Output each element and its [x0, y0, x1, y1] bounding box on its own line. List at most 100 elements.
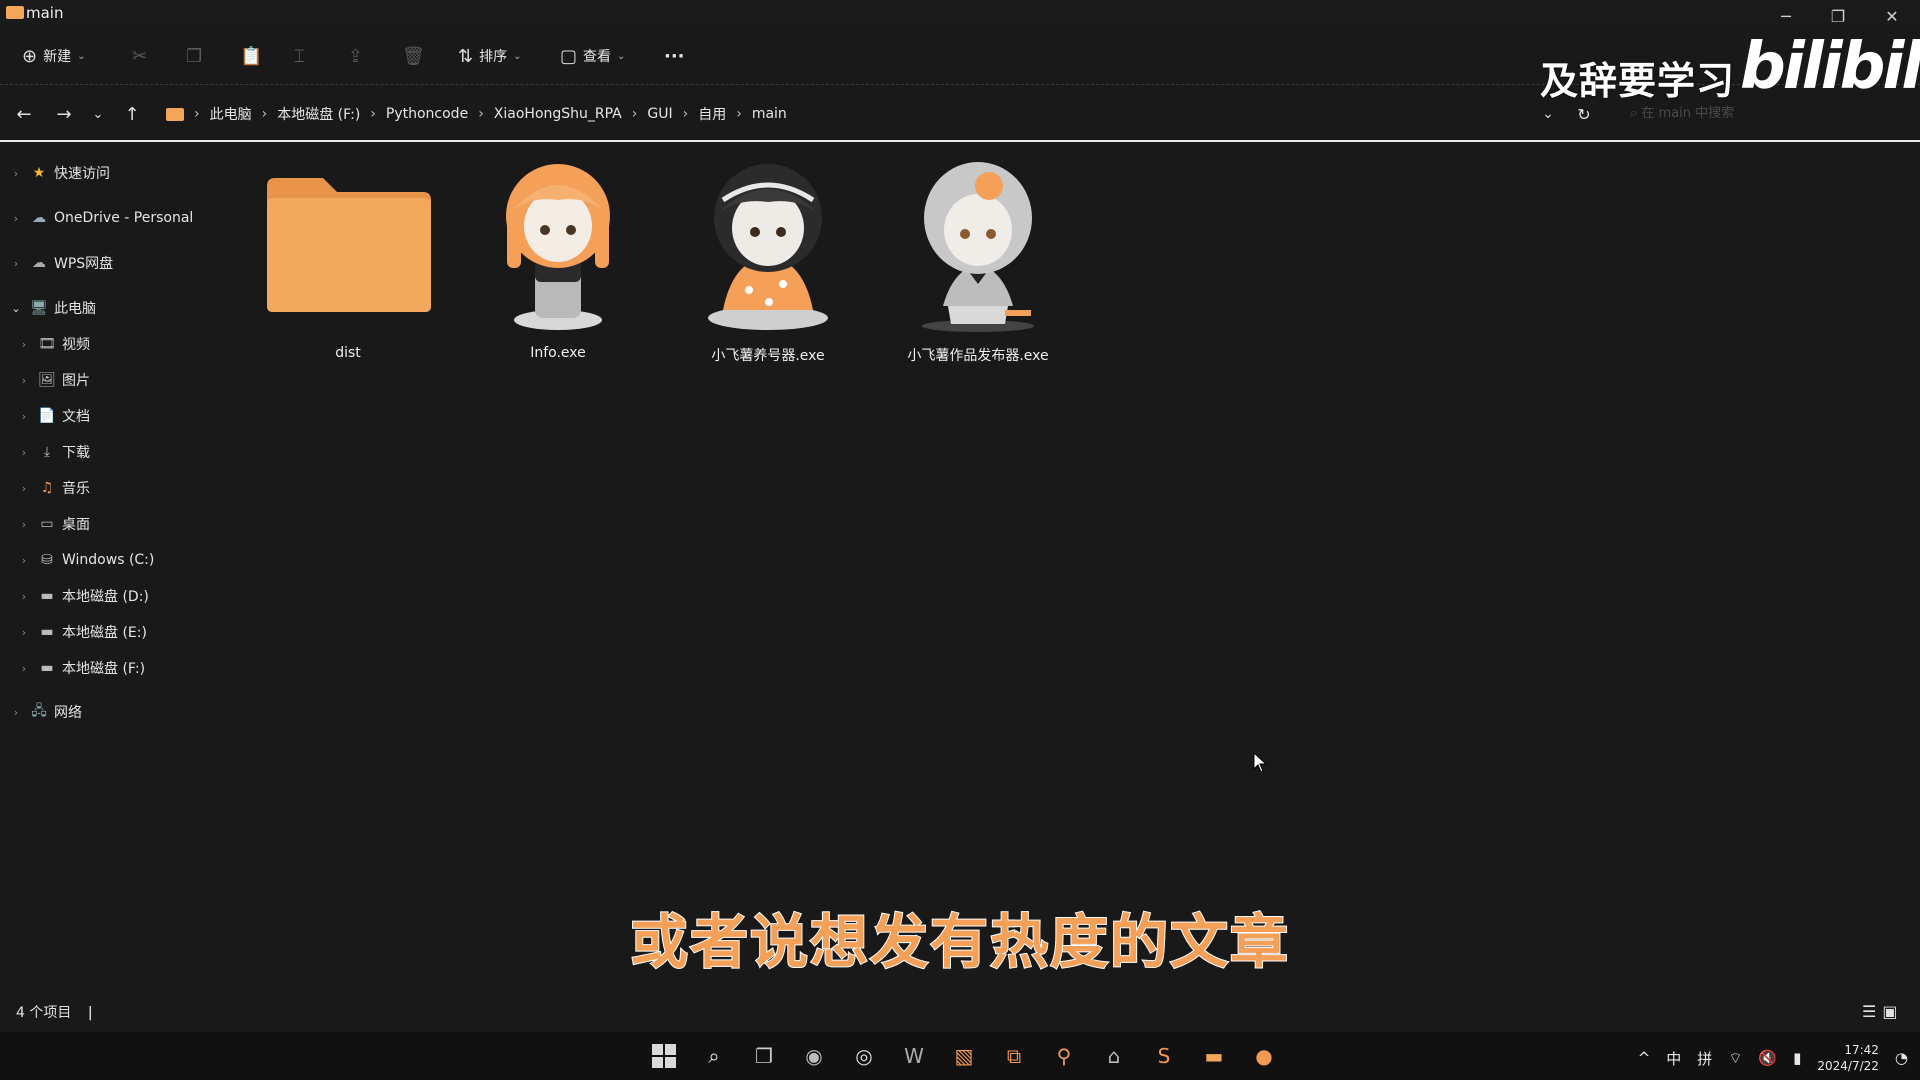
sort-icon: ⇅: [458, 45, 474, 67]
cloud-icon: ☁: [32, 210, 46, 226]
refresh-button[interactable]: ↻: [1570, 100, 1598, 128]
sidebar-item-wps[interactable]: › ☁ WPS网盘: [0, 248, 113, 278]
sidebar-item-onedrive[interactable]: › ☁ OneDrive - Personal: [0, 203, 194, 233]
photos-icon[interactable]: ▧: [946, 1038, 982, 1074]
delete-button[interactable]: 🗑: [402, 42, 425, 70]
sidebar-item-network[interactable]: › 🖧 网络: [0, 697, 82, 727]
wifi-icon[interactable]: ⌔: [1728, 1049, 1742, 1068]
sidebar-item-this-pc[interactable]: ⌄ 🖥 此电脑: [0, 293, 96, 323]
edge-icon[interactable]: ◉: [796, 1038, 832, 1074]
copy-button[interactable]: ❐: [186, 42, 202, 70]
search-icon[interactable]: ⌕: [696, 1038, 732, 1074]
clipboard-icon: 📋: [240, 45, 263, 67]
ime-pinyin[interactable]: 拼: [1697, 1048, 1712, 1069]
magnifier-icon[interactable]: ⚲: [1046, 1038, 1082, 1074]
chevron-right-icon: ›: [21, 553, 27, 567]
ime-mode[interactable]: 中: [1666, 1048, 1681, 1069]
sidebar-item-videos[interactable]: › 🎞 视频: [16, 329, 90, 359]
network-icon: 🖧: [31, 703, 47, 719]
drive-icon: ⛁: [41, 552, 53, 568]
sublime-icon[interactable]: S: [1146, 1038, 1182, 1074]
breadcrumb-item[interactable]: XiaoHongShu_RPA: [494, 106, 622, 122]
recent-locations-button[interactable]: ⌄: [84, 100, 112, 128]
screenshot-icon[interactable]: ⧉: [996, 1038, 1032, 1074]
folder-icon: [6, 6, 24, 19]
cut-button[interactable]: ✂: [132, 42, 147, 70]
rename-button[interactable]: ⌶: [294, 42, 305, 70]
picture-icon: 🖼: [38, 372, 56, 388]
new-button[interactable]: ⊕ 新建 ⌄: [22, 42, 85, 70]
breadcrumb-item[interactable]: 自用: [698, 104, 726, 124]
chevron-right-icon: ›: [13, 705, 19, 719]
back-button[interactable]: ←: [10, 100, 38, 128]
view-button[interactable]: ▢ 查看 ⌄: [560, 42, 625, 70]
monitor-chart-icon[interactable]: ⌂: [1096, 1038, 1132, 1074]
breadcrumb-item[interactable]: Pythoncode: [386, 106, 468, 122]
sidebar-item-desktop[interactable]: › ▭ 桌面: [16, 509, 90, 539]
star-icon: ★: [32, 165, 46, 181]
address-dropdown-button[interactable]: ⌄: [1534, 100, 1562, 128]
close-button[interactable]: ✕: [1866, 0, 1918, 32]
start-icon[interactable]: [646, 1038, 682, 1074]
file-explorer-icon[interactable]: ▬: [1196, 1038, 1232, 1074]
breadcrumb-item[interactable]: 此电脑: [210, 104, 252, 124]
forward-button[interactable]: →: [50, 100, 78, 128]
file-item-yanghao-exe[interactable]: 小飞薯养号器.exe: [673, 160, 863, 365]
chrome-icon[interactable]: ●: [1246, 1038, 1282, 1074]
search-placeholder: 在 main 中搜索: [1641, 106, 1735, 121]
more-button[interactable]: ···: [664, 42, 685, 70]
download-icon: ⤓: [43, 444, 51, 460]
chevron-right-icon: ›: [478, 106, 484, 122]
details-view-icon[interactable]: ☰: [1862, 1002, 1876, 1021]
chevron-right-icon: ›: [261, 106, 268, 122]
watermark-text: 及辞要学习: [1540, 59, 1736, 103]
breadcrumb-item[interactable]: 本地磁盘 (F:): [277, 104, 360, 124]
chevron-right-icon: ›: [736, 106, 742, 122]
chevron-up-icon[interactable]: ^: [1638, 1049, 1651, 1067]
task-view-icon[interactable]: ❐: [746, 1038, 782, 1074]
chevron-right-icon: ›: [682, 106, 689, 122]
search-icon: ⌕: [1630, 106, 1638, 121]
large-icons-view-icon[interactable]: ▣: [1882, 1002, 1897, 1021]
sidebar-item-documents[interactable]: › 📄 文档: [16, 401, 90, 431]
up-button[interactable]: ↑: [118, 100, 146, 128]
sort-button[interactable]: ⇅ 排序 ⌄: [458, 42, 521, 70]
file-item-fabu-exe[interactable]: 小飞薯作品发布器.exe: [883, 160, 1073, 365]
minimize-button[interactable]: ─: [1760, 0, 1812, 32]
volume-muted-icon[interactable]: 🔇: [1758, 1049, 1777, 1067]
file-item-dist[interactable]: dist: [253, 160, 443, 361]
sidebar-item-drive-c[interactable]: › ⛁ Windows (C:): [16, 545, 155, 575]
share-icon: ⇪: [348, 45, 364, 67]
breadcrumb-item[interactable]: main: [752, 106, 787, 122]
document-icon: 📄: [38, 408, 56, 424]
chevron-right-icon: ›: [21, 337, 27, 351]
sidebar-item-downloads[interactable]: › ⤓ 下载: [16, 437, 90, 467]
rename-icon: ⌶: [294, 45, 305, 67]
folder-icon: [166, 107, 184, 121]
sidebar-item-drive-e[interactable]: › ▬ 本地磁盘 (E:): [16, 617, 147, 647]
sidebar-item-music[interactable]: › ♫ 音乐: [16, 473, 90, 503]
notification-icon[interactable]: ◔: [1895, 1049, 1908, 1067]
share-button[interactable]: ⇪: [348, 42, 363, 70]
paste-button[interactable]: 📋: [240, 42, 262, 70]
sidebar-item-label: 此电脑: [54, 301, 96, 317]
search-input[interactable]: ⌕ 在 main 中搜索: [1630, 102, 1900, 128]
sidebar-item-quick-access[interactable]: › ★ 快速访问: [0, 158, 110, 188]
sidebar-item-pictures[interactable]: › 🖼 图片: [16, 365, 90, 395]
chevron-down-icon: ⌄: [77, 50, 86, 62]
chevron-right-icon: ›: [21, 481, 27, 495]
file-item-info-exe[interactable]: Info.exe: [463, 160, 653, 361]
chevron-right-icon: ›: [13, 256, 19, 270]
item-count: 4 个项目: [16, 1005, 72, 1021]
qq-icon[interactable]: ◎: [846, 1038, 882, 1074]
clock[interactable]: 17:42 2024/7/22: [1817, 1042, 1879, 1074]
word-icon[interactable]: W: [896, 1038, 932, 1074]
film-icon: 🎞: [38, 336, 56, 352]
sidebar-item-drive-d[interactable]: › ▬ 本地磁盘 (D:): [16, 581, 149, 611]
battery-icon[interactable]: ▮: [1793, 1049, 1801, 1067]
sidebar-item-drive-f[interactable]: › ▬ 本地磁盘 (F:): [16, 653, 145, 683]
chevron-right-icon: ›: [13, 166, 19, 180]
restore-button[interactable]: ❐: [1812, 0, 1864, 32]
breadcrumb-item[interactable]: GUI: [647, 106, 672, 122]
file-name: 小飞薯作品发布器.exe: [907, 348, 1049, 364]
